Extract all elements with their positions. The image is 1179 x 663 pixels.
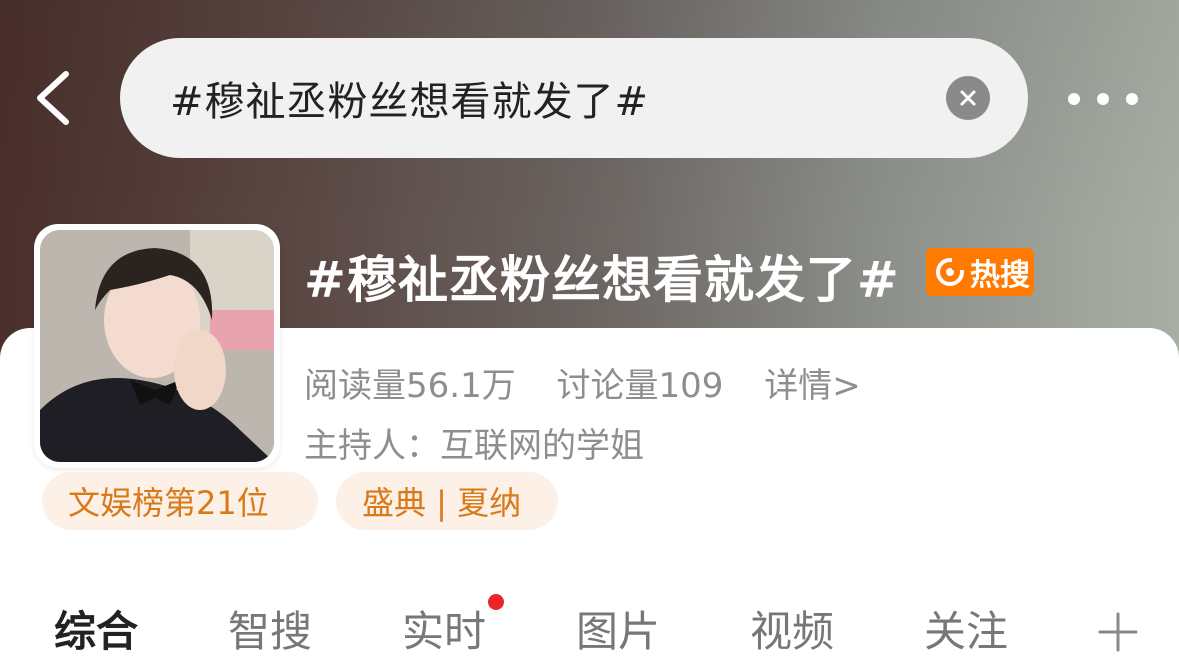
tab-label: 智搜 — [228, 607, 313, 656]
discussion-count: 讨论量109 — [556, 366, 724, 406]
topic-stats: 阅读量56.1万 讨论量109 详情> — [304, 358, 891, 407]
add-tab-plus-icon[interactable] — [1096, 610, 1140, 654]
tab-bar: 综合 智搜 实时 图片 视频 关注 — [0, 594, 1179, 663]
tab-realtime[interactable]: 实时 — [402, 594, 505, 659]
tab-label: 视频 — [750, 607, 835, 656]
ranking-tag[interactable]: 文娱榜第21位 — [42, 472, 318, 530]
tab-videos[interactable]: 视频 — [750, 598, 834, 659]
more-dot-icon — [1126, 93, 1138, 105]
tab-comprehensive[interactable]: 综合 — [54, 598, 138, 659]
more-options-button[interactable] — [1068, 84, 1138, 114]
tab-label: 图片 — [576, 607, 661, 656]
more-dot-icon — [1097, 93, 1109, 105]
search-input[interactable]: #穆祉丞粉丝想看就发了# — [170, 69, 649, 127]
clear-search-button[interactable] — [946, 76, 990, 120]
topic-title: #穆祉丞粉丝想看就发了# — [304, 251, 900, 309]
hot-search-icon — [936, 258, 964, 286]
tab-smart-search[interactable]: 智搜 — [228, 598, 312, 659]
tab-label: 实时 — [402, 607, 487, 656]
details-link[interactable]: 详情> — [764, 366, 861, 406]
back-chevron-icon[interactable] — [30, 68, 80, 128]
hot-search-badge: 热搜 — [926, 248, 1034, 296]
topic-avatar[interactable] — [34, 224, 280, 468]
topic-host: 主持人：互联网的学姐 — [304, 426, 644, 466]
tab-label: 综合 — [54, 607, 139, 656]
ceremony-tag[interactable]: 盛典 | 夏纳 — [336, 472, 558, 530]
tab-following[interactable]: 关注 — [924, 598, 1008, 659]
more-dot-icon — [1068, 93, 1080, 105]
read-count: 阅读量56.1万 — [304, 366, 516, 406]
tab-images[interactable]: 图片 — [576, 598, 660, 659]
avatar-photo — [40, 230, 274, 462]
portrait-illustration — [40, 230, 274, 462]
search-bar[interactable]: #穆祉丞粉丝想看就发了# — [120, 38, 1028, 158]
close-icon — [960, 90, 976, 106]
tab-label: 关注 — [924, 607, 1009, 656]
notification-dot — [488, 594, 505, 610]
hot-badge-label: 热搜 — [970, 258, 1030, 293]
